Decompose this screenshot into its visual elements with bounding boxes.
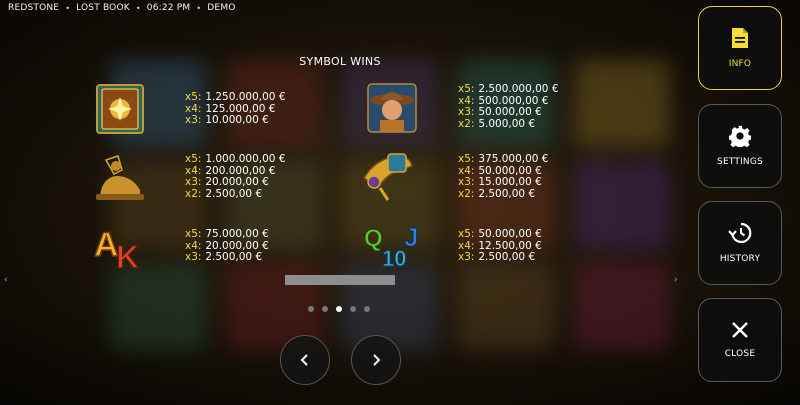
next-page-button[interactable] xyxy=(351,335,401,385)
game-title: LOST BOOK xyxy=(76,3,130,13)
mode-label: DEMO xyxy=(207,3,236,13)
svg-text:10: 10 xyxy=(382,246,406,271)
svg-text:K: K xyxy=(116,239,139,272)
close-icon xyxy=(732,322,748,338)
svg-text:A: A xyxy=(94,226,119,264)
explorer-icon xyxy=(364,80,420,140)
settings-button[interactable]: SETTINGS xyxy=(698,104,782,188)
scroll-right-arrow-icon[interactable]: › xyxy=(674,275,678,285)
previous-page-button[interactable] xyxy=(280,335,330,385)
queen-jack-ten-icon: Q 10 J xyxy=(362,222,422,276)
chevron-left-icon xyxy=(300,354,308,366)
document-icon xyxy=(732,28,748,48)
brand-label: REDSTONE xyxy=(8,3,60,13)
pay-row: x3: 10.000,00 € xyxy=(185,114,269,126)
pay-row: x3: 2.500,00 € xyxy=(458,251,536,263)
paytable-explorer: x5: 2.500.000,00 € x4: 500.000,00 € x3: … xyxy=(458,83,559,130)
pay-row: x2: 5.000,00 € xyxy=(458,117,536,130)
paytable-book: x5: 1.250.000,00 € x4: 125.000,00 € x3: … xyxy=(185,91,286,127)
svg-text:J: J xyxy=(404,222,418,252)
page-indicator xyxy=(308,306,370,312)
paytable-queen-jack-ten: x5: 50.000,00 € x4: 12.500,00 € x3: 2.50… xyxy=(458,228,542,264)
book-icon xyxy=(94,83,146,139)
separator-dot: • xyxy=(65,3,71,13)
sphinx-icon xyxy=(92,150,148,208)
clock-time: 06:22 PM xyxy=(146,3,191,13)
info-button[interactable]: INFO xyxy=(698,6,782,90)
ace-king-icon: A K xyxy=(92,222,152,276)
history-icon xyxy=(728,222,752,244)
paytable-sphinx: x5: 1.000.000,00 € x4: 200.000,00 € x3: … xyxy=(185,153,286,200)
pay-row: x2: 2.500,00 € xyxy=(185,187,263,200)
settings-label: SETTINGS xyxy=(717,157,763,167)
paytable-scarab: x5: 375.000,00 € x4: 50.000,00 € x3: 15.… xyxy=(458,153,548,200)
scarab-amulet-icon xyxy=(358,148,418,208)
page-dot[interactable] xyxy=(350,306,356,312)
gear-icon xyxy=(729,125,751,147)
separator-dot: • xyxy=(196,3,202,13)
horizontal-scrollbar[interactable] xyxy=(285,275,395,285)
history-label: HISTORY xyxy=(719,254,761,264)
top-status-bar: REDSTONE • LOST BOOK • 06:22 PM • DEMO xyxy=(8,3,236,13)
page-dot[interactable] xyxy=(322,306,328,312)
close-label: CLOSE xyxy=(724,349,756,359)
pay-row: x3: 2.500,00 € xyxy=(185,251,263,263)
svg-text:Q: Q xyxy=(364,225,383,252)
page-dot-active[interactable] xyxy=(336,306,342,312)
chevron-right-icon xyxy=(373,354,381,366)
paytable-ace-king: x5: 75.000,00 € x4: 20.000,00 € x3: 2.50… xyxy=(185,228,269,264)
separator-dot: • xyxy=(135,3,141,13)
history-button[interactable]: HISTORY xyxy=(698,201,782,285)
info-label: INFO xyxy=(728,59,752,69)
close-button[interactable]: CLOSE xyxy=(698,298,782,382)
scroll-left-arrow-icon[interactable]: ‹ xyxy=(4,275,8,285)
page-dot[interactable] xyxy=(308,306,314,312)
page-dot[interactable] xyxy=(364,306,370,312)
pay-row: x2: 2.500,00 € xyxy=(458,187,536,200)
page-title: SYMBOL WINS xyxy=(299,55,381,68)
